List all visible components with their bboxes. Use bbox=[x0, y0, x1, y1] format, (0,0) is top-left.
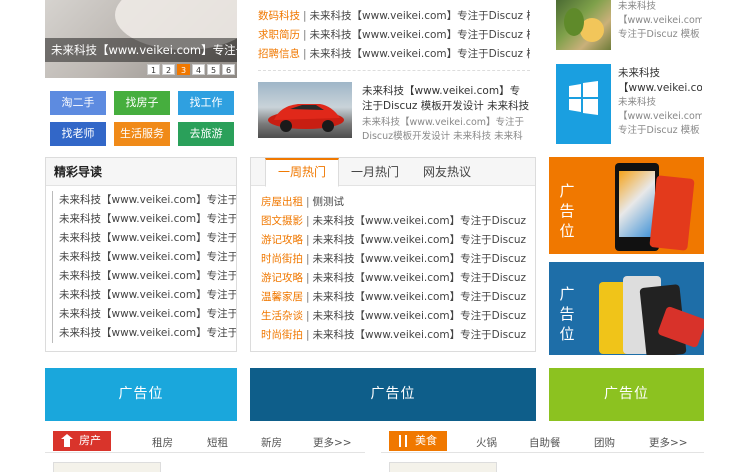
ad-tile-label: 广告位 bbox=[559, 285, 575, 343]
section-link-buffet[interactable]: 自助餐 bbox=[529, 435, 561, 450]
right-news-2-title[interactable]: 未来科技【www.veikei.com】专注于Discuz 模板开发设计 未来 bbox=[618, 66, 702, 96]
list-item[interactable]: 未来科技【www.veikei.com】专注于Dis bbox=[52, 248, 236, 267]
featured-title[interactable]: 未来科技【www.veikei.com】专注于Discuz 模板开发设计 未来科… bbox=[362, 84, 530, 114]
section-tag-label: 房产 bbox=[79, 434, 101, 447]
section-link-more[interactable]: 更多>> bbox=[313, 435, 352, 450]
quick-link-house[interactable]: 找房子 bbox=[114, 91, 170, 115]
section-food-header: 美食 火锅 自助餐 团购 更多>> bbox=[381, 431, 704, 453]
quick-link-life-service[interactable]: 生活服务 bbox=[114, 122, 170, 146]
section-thumb[interactable] bbox=[389, 462, 497, 472]
ad-banner-1[interactable]: 广告位 bbox=[45, 368, 237, 421]
section-thumb[interactable] bbox=[53, 462, 161, 472]
slider-page-5[interactable]: 5 bbox=[207, 64, 220, 75]
section-link-short-rent[interactable]: 短租 bbox=[207, 435, 228, 450]
slider-page-3[interactable]: 3 bbox=[177, 64, 190, 75]
section-house-header: 房产 租房 短租 新房 更多>> bbox=[45, 431, 365, 453]
ad-tile-blue[interactable]: 广告位 bbox=[549, 262, 704, 355]
slider-pager: 1 2 3 4 5 6 7 8 bbox=[147, 64, 237, 75]
list-item[interactable]: 招聘信息|未来科技【www.veikei.com】专注于Discuz 模板开 bbox=[258, 45, 530, 64]
divider bbox=[258, 70, 530, 71]
section-house-tag[interactable]: 房产 bbox=[53, 431, 111, 451]
quick-link-travel[interactable]: 去旅游 bbox=[178, 122, 234, 146]
list-item[interactable]: 未来科技【www.veikei.com】专注于Dis bbox=[52, 229, 236, 248]
featured-car-image[interactable] bbox=[258, 82, 352, 138]
list-item[interactable]: 时尚街拍 | 未来科技【www.veikei.com】专注于Discuz bbox=[261, 250, 535, 269]
top-list: 数码科技|未来科技【www.veikei.com】专注于Discuz 模板开 求… bbox=[258, 7, 530, 64]
slider-caption[interactable]: 未来科技【www.veikei.com】专注于 bbox=[45, 38, 237, 62]
quick-link-job[interactable]: 找工作 bbox=[178, 91, 234, 115]
panel-title: 精彩导读 bbox=[46, 158, 236, 186]
list-item[interactable]: 求职简历|未来科技【www.veikei.com】专注于Discuz 模板开 bbox=[258, 26, 530, 45]
list-item[interactable]: 数码科技|未来科技【www.veikei.com】专注于Discuz 模板开 bbox=[258, 7, 530, 26]
fork-knife-icon bbox=[397, 434, 409, 448]
slider-page-4[interactable]: 4 bbox=[192, 64, 205, 75]
featured-desc: 未来科技【www.veikei.com】专注于Discuz模板开发设计 未来科技… bbox=[362, 117, 525, 142]
section-link-more[interactable]: 更多>> bbox=[649, 435, 688, 450]
fruit-icon bbox=[564, 8, 604, 42]
tab-week-hot[interactable]: 一周热门 bbox=[265, 158, 340, 187]
featured-reading-list: 未来科技【www.veikei.com】专注于Dis 未来科技【www.veik… bbox=[46, 191, 236, 343]
section-link-new-house[interactable]: 新房 bbox=[261, 435, 282, 450]
section-tag-label: 美食 bbox=[415, 434, 437, 447]
fruit-image[interactable] bbox=[556, 0, 611, 50]
slider-page-6[interactable]: 6 bbox=[222, 64, 235, 75]
ad-tile-label: 广告位 bbox=[559, 182, 575, 240]
hot-panel: 一周热门 一月热门 网友热议 房屋出租 | 侧测试 图文摄影 | 未来科技【www.ve… bbox=[250, 157, 536, 352]
right-news-1[interactable]: 未来科技【www.veikei.com】专注于Discuz 模板开发设计 未来 bbox=[618, 0, 702, 42]
phone-image-2 bbox=[649, 175, 695, 251]
list-item[interactable]: 图文摄影 | 未来科技【www.veikei.com】专注于Discuz bbox=[261, 212, 535, 231]
right-news-2-desc: 未来科技【www.veikei.com】专注于Discuz 模板开发设计 未来 bbox=[618, 97, 702, 136]
list-item[interactable]: 温馨家居 | 未来科技【www.veikei.com】专注于Discuz bbox=[261, 288, 535, 307]
list-item[interactable]: 游记攻略 | 未来科技【www.veikei.com】专注于Discuz bbox=[261, 231, 535, 250]
list-item[interactable]: 游记攻略 | 未来科技【www.veikei.com】专注于Discuz bbox=[261, 269, 535, 288]
list-item[interactable]: 未来科技【www.veikei.com】专注于Dis bbox=[52, 305, 236, 324]
partial-list-item bbox=[258, 0, 530, 6]
list-item[interactable]: 未来科技【www.veikei.com】专注于Dis bbox=[52, 286, 236, 305]
ad-tile-orange[interactable]: 广告位 bbox=[549, 157, 704, 254]
section-link-rent[interactable]: 租房 bbox=[152, 435, 173, 450]
hot-list: 房屋出租 | 侧测试 图文摄影 | 未来科技【www.veikei.com】专注于Dis… bbox=[251, 193, 535, 345]
house-icon bbox=[61, 434, 73, 448]
tab-user-discussion[interactable]: 网友热议 bbox=[411, 158, 483, 185]
list-item[interactable]: 未来科技【www.veikei.com】专注于Dis bbox=[52, 191, 236, 210]
tab-month-hot[interactable]: 一月热门 bbox=[339, 158, 411, 185]
quick-link-secondhand[interactable]: 淘二手 bbox=[50, 91, 106, 115]
windows-logo-icon bbox=[569, 81, 598, 115]
list-item[interactable]: 未来科技【www.veikei.com】专注于Dis bbox=[52, 324, 236, 343]
list-item[interactable]: 生活杂谈 | 未来科技【www.veikei.com】专注于Discuz bbox=[261, 307, 535, 326]
section-link-hotpot[interactable]: 火锅 bbox=[476, 435, 497, 450]
list-item[interactable]: 未来科技【www.veikei.com】专注于Dis bbox=[52, 210, 236, 229]
section-link-groupbuy[interactable]: 团购 bbox=[594, 435, 615, 450]
ad-banner-3[interactable]: 广告位 bbox=[549, 368, 704, 421]
image-slider[interactable]: 未来科技【www.veikei.com】专注于 1 2 3 4 5 6 7 8 bbox=[45, 0, 237, 78]
list-item[interactable]: 未来科技【www.veikei.com】专注于Dis bbox=[52, 267, 236, 286]
slider-page-2[interactable]: 2 bbox=[162, 64, 175, 75]
section-food-tag[interactable]: 美食 bbox=[389, 431, 447, 451]
hot-tabs: 一周热门 一月热门 网友热议 bbox=[251, 158, 535, 187]
ad-banner-2[interactable]: 广告位 bbox=[250, 368, 536, 421]
slider-page-1[interactable]: 1 bbox=[147, 64, 160, 75]
list-item[interactable]: 房屋出租 | 侧测试 bbox=[261, 193, 535, 212]
windows-image[interactable] bbox=[556, 64, 611, 144]
quick-link-teacher[interactable]: 找老师 bbox=[50, 122, 106, 146]
featured-reading-panel: 精彩导读 未来科技【www.veikei.com】专注于Dis 未来科技【www… bbox=[45, 157, 237, 352]
car-icon bbox=[268, 104, 344, 132]
list-item[interactable]: 时尚街拍 | 未来科技【www.veikei.com】专注于Discuz bbox=[261, 326, 535, 345]
